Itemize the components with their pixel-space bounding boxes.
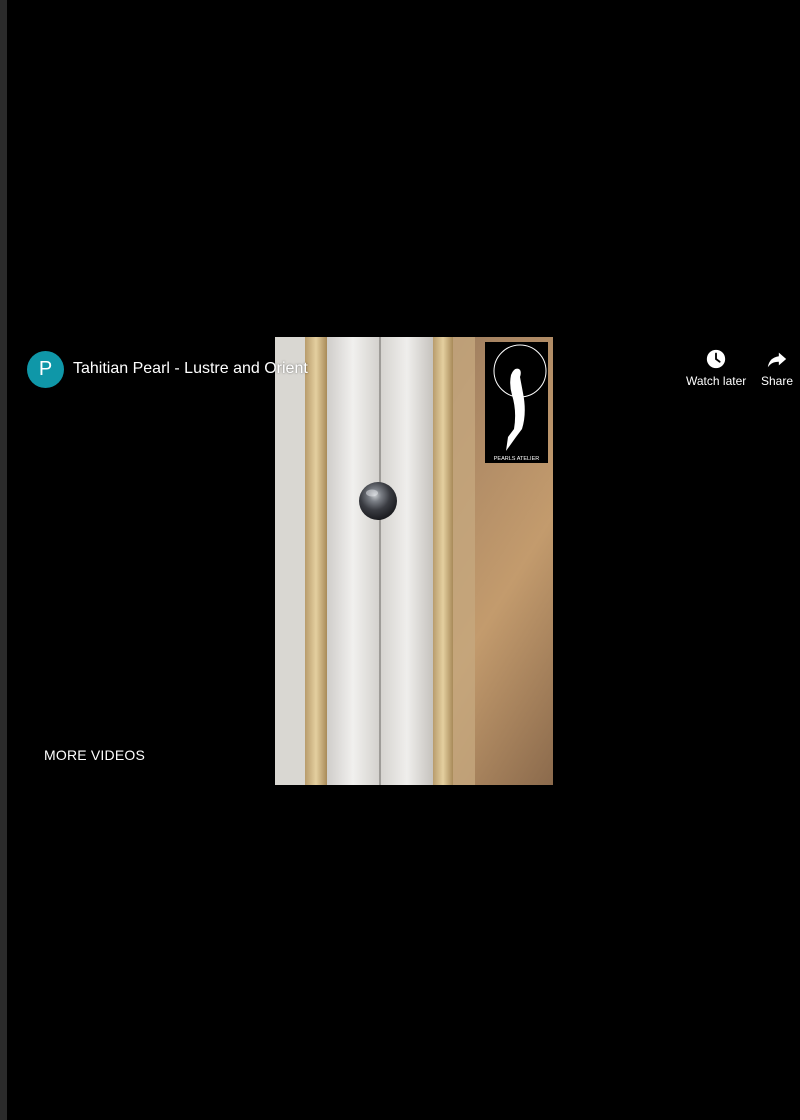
share-button[interactable]: Share: [761, 348, 793, 388]
video-player[interactable]: PEARLS ATELIER P Tahitian Pearl - Lustre…: [7, 0, 800, 1120]
watch-later-button[interactable]: Watch later: [686, 348, 746, 388]
channel-avatar[interactable]: P: [27, 351, 64, 388]
share-label: Share: [761, 374, 794, 388]
more-videos-button[interactable]: MORE VIDEOS: [44, 747, 145, 763]
pearls-atelier-logo: PEARLS ATELIER: [485, 342, 548, 463]
left-edge-border: [0, 0, 7, 1120]
logo-text: PEARLS ATELIER: [494, 456, 539, 462]
clock-icon: [706, 349, 726, 369]
video-title[interactable]: Tahitian Pearl - Lustre and Orient: [73, 359, 308, 379]
video-frame[interactable]: PEARLS ATELIER: [275, 337, 553, 785]
page: PEARLS ATELIER P Tahitian Pearl - Lustre…: [0, 0, 800, 1120]
video-scene: PEARLS ATELIER: [275, 337, 553, 785]
share-arrow-icon: [767, 352, 787, 368]
watch-later-label: Watch later: [686, 374, 747, 388]
